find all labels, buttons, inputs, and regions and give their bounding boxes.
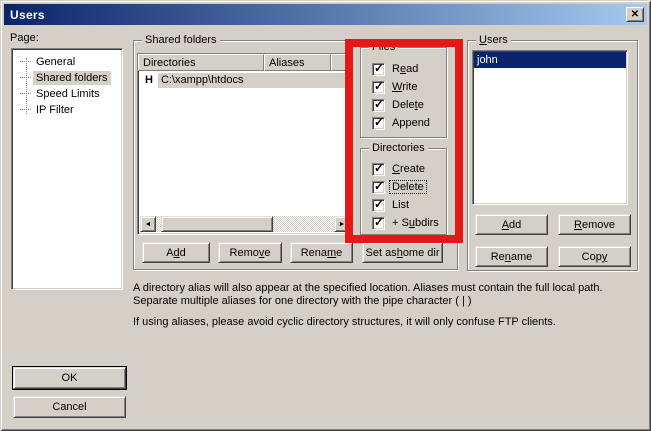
- read-checkbox-label[interactable]: Read: [390, 63, 420, 75]
- dirs-list-row: List: [372, 196, 446, 214]
- dirs-delete-row: Delete: [372, 178, 446, 196]
- subdirs-checkbox[interactable]: [372, 217, 385, 230]
- rename-folder-button[interactable]: Rename: [290, 242, 353, 263]
- tree-item-ip-filter[interactable]: IP Filter: [12, 102, 122, 118]
- files-group-label: Files: [369, 41, 398, 54]
- add-user-button[interactable]: Add: [475, 214, 548, 235]
- file-delete-checkbox[interactable]: [372, 99, 385, 112]
- tree-item-speed-limits[interactable]: Speed Limits: [12, 86, 122, 102]
- scrollbar-thumb[interactable]: [161, 216, 273, 232]
- close-button[interactable]: ✕: [626, 7, 644, 22]
- write-checkbox-label[interactable]: Write: [390, 81, 419, 93]
- files-read-row: Read: [372, 60, 446, 78]
- shared-folders-table[interactable]: Directories Aliases H C:\xampp\htdocs ◄ …: [137, 53, 353, 235]
- files-write-row: Write: [372, 78, 446, 96]
- directory-cell: C:\xampp\htdocs: [158, 73, 351, 88]
- list-checkbox-label[interactable]: List: [390, 199, 411, 211]
- users-list[interactable]: john: [472, 50, 628, 205]
- copy-user-button[interactable]: Copy: [558, 246, 631, 267]
- files-append-row: Append: [372, 114, 446, 132]
- dir-delete-checkbox[interactable]: [372, 181, 385, 194]
- subdirs-checkbox-label[interactable]: + Subdirs: [390, 217, 441, 229]
- titlebar[interactable]: Users ✕: [4, 4, 647, 25]
- create-checkbox-label[interactable]: Create: [390, 163, 427, 175]
- ok-button[interactable]: OK: [13, 367, 126, 389]
- column-header-directories[interactable]: Directories: [138, 54, 264, 71]
- append-checkbox[interactable]: [372, 117, 385, 130]
- scroll-left-icon: ◄: [145, 221, 152, 228]
- users-dialog: Users ✕ Page: General Shared folders Spe…: [0, 0, 651, 431]
- files-permissions-group: Files Read Write Delete Append: [360, 47, 447, 138]
- remove-user-button[interactable]: Remove: [558, 214, 631, 235]
- cyclic-note: If using aliases, please avoid cyclic di…: [133, 316, 637, 329]
- tree-branch-icon: [20, 109, 31, 111]
- close-icon: ✕: [631, 9, 639, 20]
- tree-item-general[interactable]: General: [12, 54, 122, 70]
- table-row[interactable]: H C:\xampp\htdocs: [138, 72, 352, 88]
- horizontal-scrollbar[interactable]: ◄ ►: [140, 216, 350, 232]
- home-dir-flag: H: [138, 74, 158, 86]
- remove-folder-button[interactable]: Remove: [218, 242, 282, 263]
- directories-permissions-group: Directories Create Delete List + Subdirs: [360, 148, 447, 235]
- scrollbar-track[interactable]: [156, 216, 334, 232]
- set-home-dir-button[interactable]: Set as home dir: [362, 242, 443, 263]
- list-checkbox[interactable]: [372, 199, 385, 212]
- files-delete-row: Delete: [372, 96, 446, 114]
- window-title: Users: [10, 8, 45, 22]
- scroll-left-button[interactable]: ◄: [140, 216, 156, 232]
- tree-branch-icon: [20, 77, 31, 79]
- tree-branch-icon: [20, 61, 31, 63]
- dirs-create-row: Create: [372, 160, 446, 178]
- column-header-filler: [331, 54, 352, 71]
- tree-item-shared-folders[interactable]: Shared folders: [12, 70, 122, 86]
- shared-folders-group-label: Shared folders: [142, 34, 220, 47]
- dir-delete-checkbox-label[interactable]: Delete: [390, 181, 426, 193]
- page-tree[interactable]: General Shared folders Speed Limits IP F…: [11, 48, 123, 290]
- scroll-right-button[interactable]: ►: [334, 216, 350, 232]
- file-delete-checkbox-label[interactable]: Delete: [390, 99, 426, 111]
- append-checkbox-label[interactable]: Append: [390, 117, 432, 129]
- write-checkbox[interactable]: [372, 81, 385, 94]
- cancel-button[interactable]: Cancel: [13, 396, 126, 418]
- scroll-right-icon: ►: [339, 221, 346, 228]
- read-checkbox[interactable]: [372, 63, 385, 76]
- rename-user-button[interactable]: Rename: [475, 246, 548, 267]
- users-group-label: Users: [476, 34, 511, 47]
- directories-group-label: Directories: [369, 142, 428, 155]
- column-header-aliases[interactable]: Aliases: [264, 54, 331, 71]
- table-header: Directories Aliases: [138, 54, 352, 71]
- alias-note: A directory alias will also appear at th…: [133, 282, 637, 308]
- tree-branch-icon: [20, 93, 31, 95]
- create-checkbox[interactable]: [372, 163, 385, 176]
- page-label: Page:: [10, 32, 39, 44]
- user-list-item[interactable]: john: [474, 52, 626, 68]
- dirs-subdirs-row: + Subdirs: [372, 214, 446, 232]
- add-folder-button[interactable]: Add: [142, 242, 210, 263]
